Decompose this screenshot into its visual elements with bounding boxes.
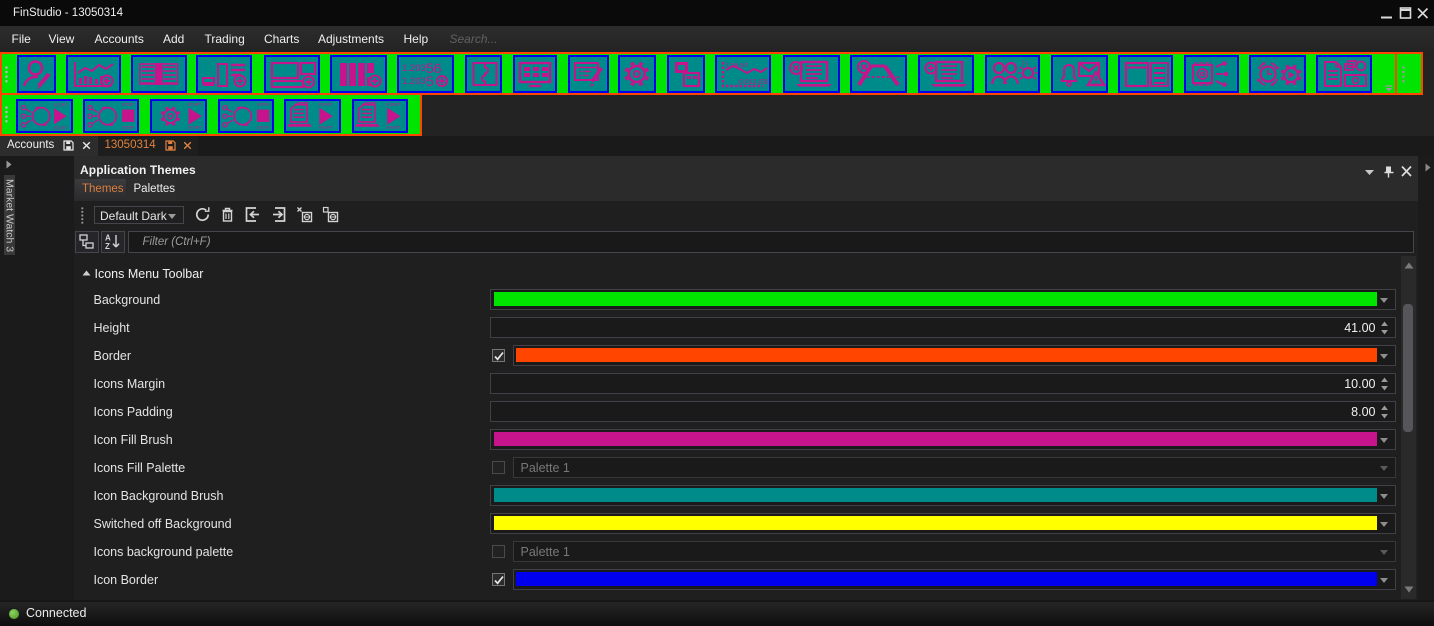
svg-text:START: START: [318, 125, 332, 130]
svg-text:STOP: STOP: [256, 102, 268, 107]
svg-text:(·): (·): [1022, 61, 1028, 67]
svg-text:START: START: [54, 125, 68, 130]
svg-text:5: 5: [426, 73, 434, 89]
svg-text:STOP: STOP: [256, 125, 268, 130]
svg-text:START: START: [54, 103, 68, 108]
svg-text:STOP: STOP: [121, 125, 133, 130]
svg-text:STOP: STOP: [121, 102, 133, 107]
svg-text:START: START: [386, 125, 400, 130]
svg-text:START: START: [318, 102, 332, 107]
svg-text:Z: Z: [105, 242, 110, 251]
svg-text:1.203: 1.203: [402, 76, 426, 87]
svg-text:START: START: [188, 102, 202, 107]
svg-text:1.203: 1.203: [402, 63, 426, 74]
svg-text:START: START: [386, 102, 400, 107]
svg-text:START: START: [188, 125, 202, 130]
svg-text:0.012.030: 0.012.030: [739, 79, 769, 86]
svg-text:1.234.567: 1.234.567: [726, 63, 748, 69]
